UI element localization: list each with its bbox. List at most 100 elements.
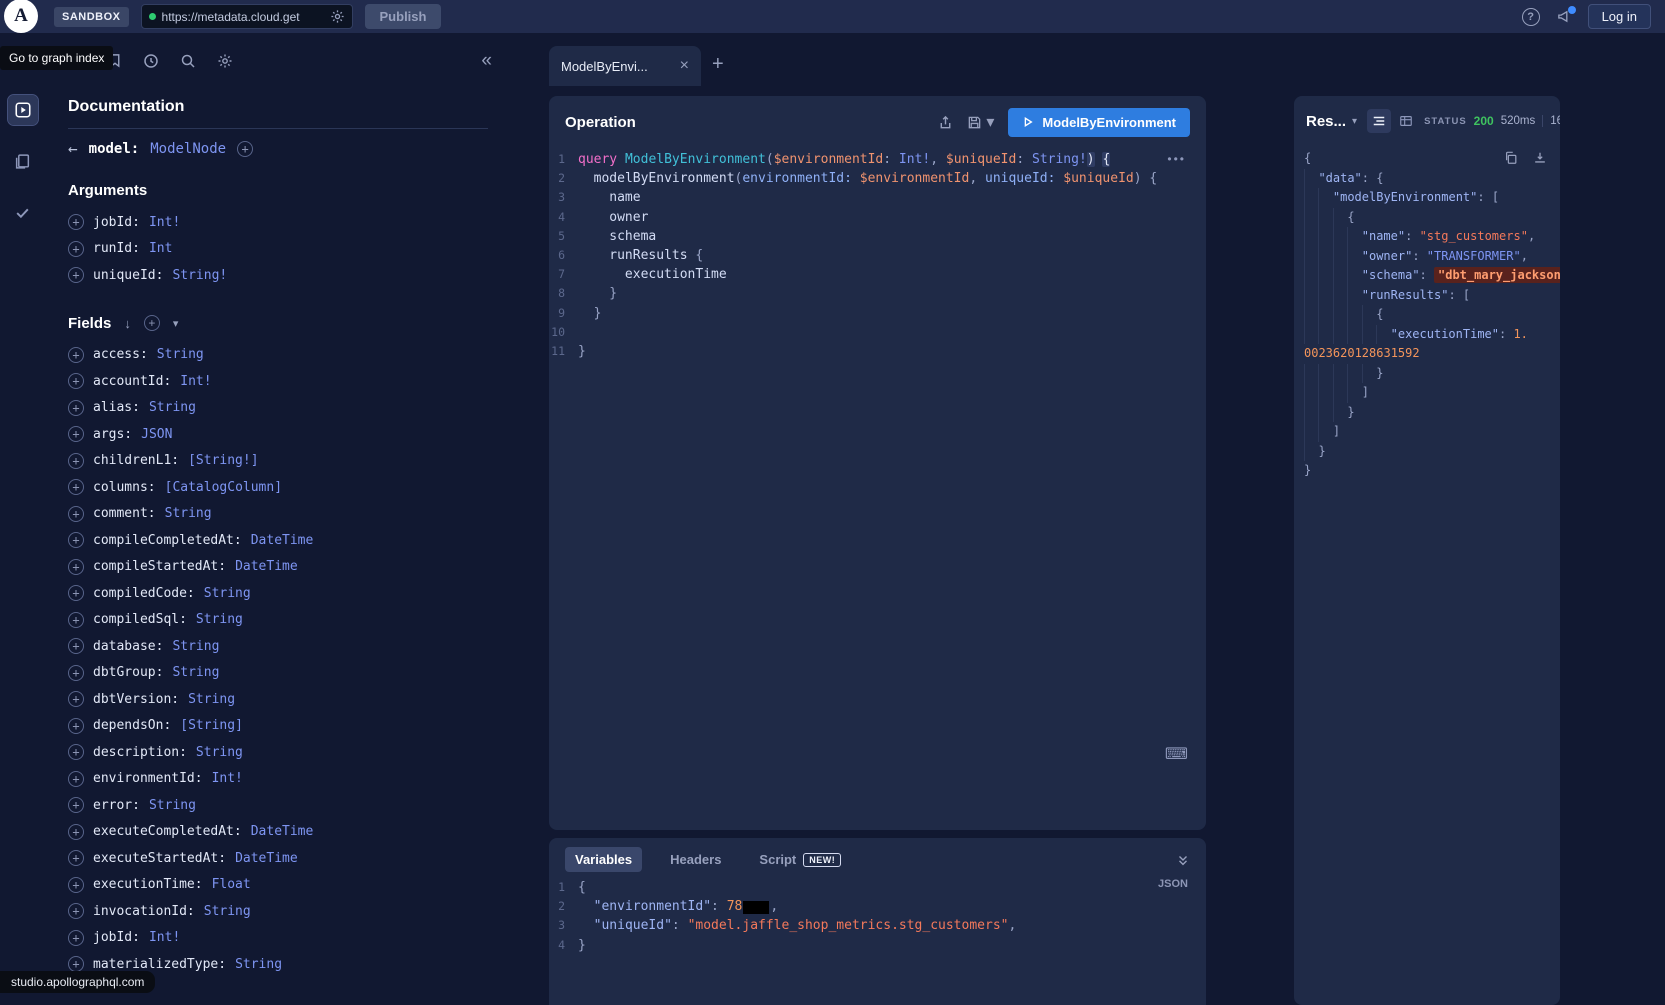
add-field-icon[interactable]: + [68, 612, 84, 628]
add-field-icon[interactable]: + [68, 665, 84, 681]
explorer-settings-icon[interactable] [217, 53, 233, 69]
formatted-view-button[interactable] [1367, 109, 1391, 133]
doc-field-row[interactable]: +environmentId:Int! [68, 766, 535, 793]
add-field-icon[interactable]: + [68, 241, 84, 257]
new-tab-button[interactable]: + [712, 53, 724, 76]
doc-field-row[interactable]: +jobId:Int! [68, 925, 535, 952]
add-field-icon[interactable]: + [68, 347, 84, 363]
doc-field-row[interactable]: +dependsOn:[String] [68, 713, 535, 740]
add-field-icon[interactable]: + [68, 691, 84, 707]
response-chevron-icon[interactable]: ▾ [1352, 116, 1357, 127]
checklist-nav-icon[interactable] [8, 197, 38, 227]
apollo-logo[interactable]: A [4, 0, 38, 33]
add-field-icon[interactable]: + [68, 930, 84, 946]
connection-settings-gear-icon[interactable] [330, 9, 345, 24]
download-response-icon[interactable] [1533, 151, 1547, 165]
add-field-icon[interactable]: + [68, 559, 84, 575]
collapse-variables-icon[interactable] [1176, 853, 1190, 867]
add-field-icon[interactable]: + [68, 850, 84, 866]
doc-field-row[interactable]: +alias:String [68, 395, 535, 422]
add-all-fields-icon[interactable]: + [144, 315, 160, 331]
operation-actions: ▾ ModelByEnvironment [938, 108, 1190, 137]
add-field-icon[interactable]: + [68, 824, 84, 840]
indent-guide [1304, 403, 1318, 423]
line-number: 2 [549, 897, 578, 916]
endpoint-input[interactable]: https://metadata.cloud.get [141, 4, 353, 29]
publish-button[interactable]: Publish [365, 4, 442, 29]
history-icon[interactable] [143, 53, 159, 69]
chevron-down-icon[interactable]: ▾ [173, 317, 179, 330]
tab-script[interactable]: Script NEW! [749, 847, 851, 872]
copy-response-icon[interactable] [1504, 151, 1518, 165]
announcements-icon[interactable] [1556, 9, 1572, 24]
add-type-icon[interactable]: + [237, 141, 253, 157]
doc-field-row[interactable]: +executeCompletedAt:DateTime [68, 819, 535, 846]
doc-field-row[interactable]: +uniqueId:String! [68, 262, 535, 289]
operation-editor[interactable]: 1query ModelByEnvironment($environmentId… [549, 148, 1206, 361]
doc-field-row[interactable]: +dbtVersion:String [68, 686, 535, 713]
sort-fields-icon[interactable]: ↓ [124, 316, 131, 331]
close-tab-icon[interactable]: × [680, 57, 689, 75]
doc-field-row[interactable]: +comment:String [68, 501, 535, 528]
variables-editor[interactable]: 1{2"environmentId": 78,3"uniqueId": "mod… [549, 876, 1206, 955]
operation-options-icon[interactable]: ••• [1167, 152, 1186, 166]
share-operation-icon[interactable] [938, 115, 953, 130]
login-button[interactable]: Log in [1588, 4, 1651, 29]
doc-field-row[interactable]: +compileCompletedAt:DateTime [68, 527, 535, 554]
explorer-nav-icon[interactable] [8, 95, 38, 125]
collapse-docs-icon[interactable]: « [481, 54, 492, 68]
add-field-icon[interactable]: + [68, 585, 84, 601]
doc-field-row[interactable]: +invocationId:String [68, 898, 535, 925]
doc-field-row[interactable]: +childrenL1:[String!] [68, 448, 535, 475]
help-icon[interactable]: ? [1522, 8, 1540, 26]
add-field-icon[interactable]: + [68, 214, 84, 230]
table-view-button[interactable] [1394, 109, 1418, 133]
add-field-icon[interactable]: + [68, 744, 84, 760]
doc-field-row[interactable]: +access:String [68, 342, 535, 369]
doc-field-row[interactable]: +executeStartedAt:DateTime [68, 845, 535, 872]
add-field-icon[interactable]: + [68, 373, 84, 389]
add-field-icon[interactable]: + [68, 877, 84, 893]
schema-nav-icon[interactable] [8, 146, 38, 176]
doc-field-row[interactable]: +compiledSql:String [68, 607, 535, 634]
back-icon[interactable]: ← [68, 139, 78, 158]
doc-field-row[interactable]: +compileStartedAt:DateTime [68, 554, 535, 581]
add-field-icon[interactable]: + [68, 479, 84, 495]
tab-variables[interactable]: Variables [565, 847, 642, 872]
tab-headers[interactable]: Headers [660, 847, 731, 872]
add-field-icon[interactable]: + [68, 532, 84, 548]
field-type: String [196, 612, 243, 627]
add-field-icon[interactable]: + [68, 453, 84, 469]
add-field-icon[interactable]: + [68, 267, 84, 283]
doc-field-row[interactable]: +compiledCode:String [68, 580, 535, 607]
add-field-icon[interactable]: + [68, 426, 84, 442]
doc-field-row[interactable]: +runId:Int [68, 236, 535, 263]
search-icon[interactable] [180, 53, 196, 69]
save-operation-button[interactable]: ▾ [967, 112, 994, 132]
field-type: Int! [180, 374, 211, 389]
add-field-icon[interactable]: + [68, 506, 84, 522]
add-field-icon[interactable]: + [68, 771, 84, 787]
add-field-icon[interactable]: + [68, 400, 84, 416]
tab-modelbyenvironment[interactable]: ModelByEnvi... × [549, 46, 701, 86]
add-field-icon[interactable]: + [68, 956, 84, 972]
add-field-icon[interactable]: + [68, 638, 84, 654]
keyboard-shortcuts-icon[interactable]: ⌨ [1165, 744, 1188, 764]
docs-content: Documentation ← model: ModelNode + Argum… [45, 70, 535, 978]
add-field-icon[interactable]: + [68, 797, 84, 813]
doc-field-row[interactable]: +description:String [68, 739, 535, 766]
run-operation-button[interactable]: ModelByEnvironment [1008, 108, 1190, 137]
save-caret-icon[interactable]: ▾ [986, 112, 994, 132]
doc-field-row[interactable]: +dbtGroup:String [68, 660, 535, 687]
doc-field-row[interactable]: +accountId:Int! [68, 368, 535, 395]
doc-field-row[interactable]: +database:String [68, 633, 535, 660]
add-field-icon[interactable]: + [68, 718, 84, 734]
doc-field-row[interactable]: +args:JSON [68, 421, 535, 448]
add-field-icon[interactable]: + [68, 903, 84, 919]
response-selector[interactable]: Res... [1306, 113, 1346, 130]
doc-field-row[interactable]: +columns:[CatalogColumn] [68, 474, 535, 501]
doc-field-row[interactable]: +error:String [68, 792, 535, 819]
model-type-link[interactable]: ModelNode [150, 141, 226, 157]
doc-field-row[interactable]: +executionTime:Float [68, 872, 535, 899]
doc-field-row[interactable]: +jobId:Int! [68, 209, 535, 236]
